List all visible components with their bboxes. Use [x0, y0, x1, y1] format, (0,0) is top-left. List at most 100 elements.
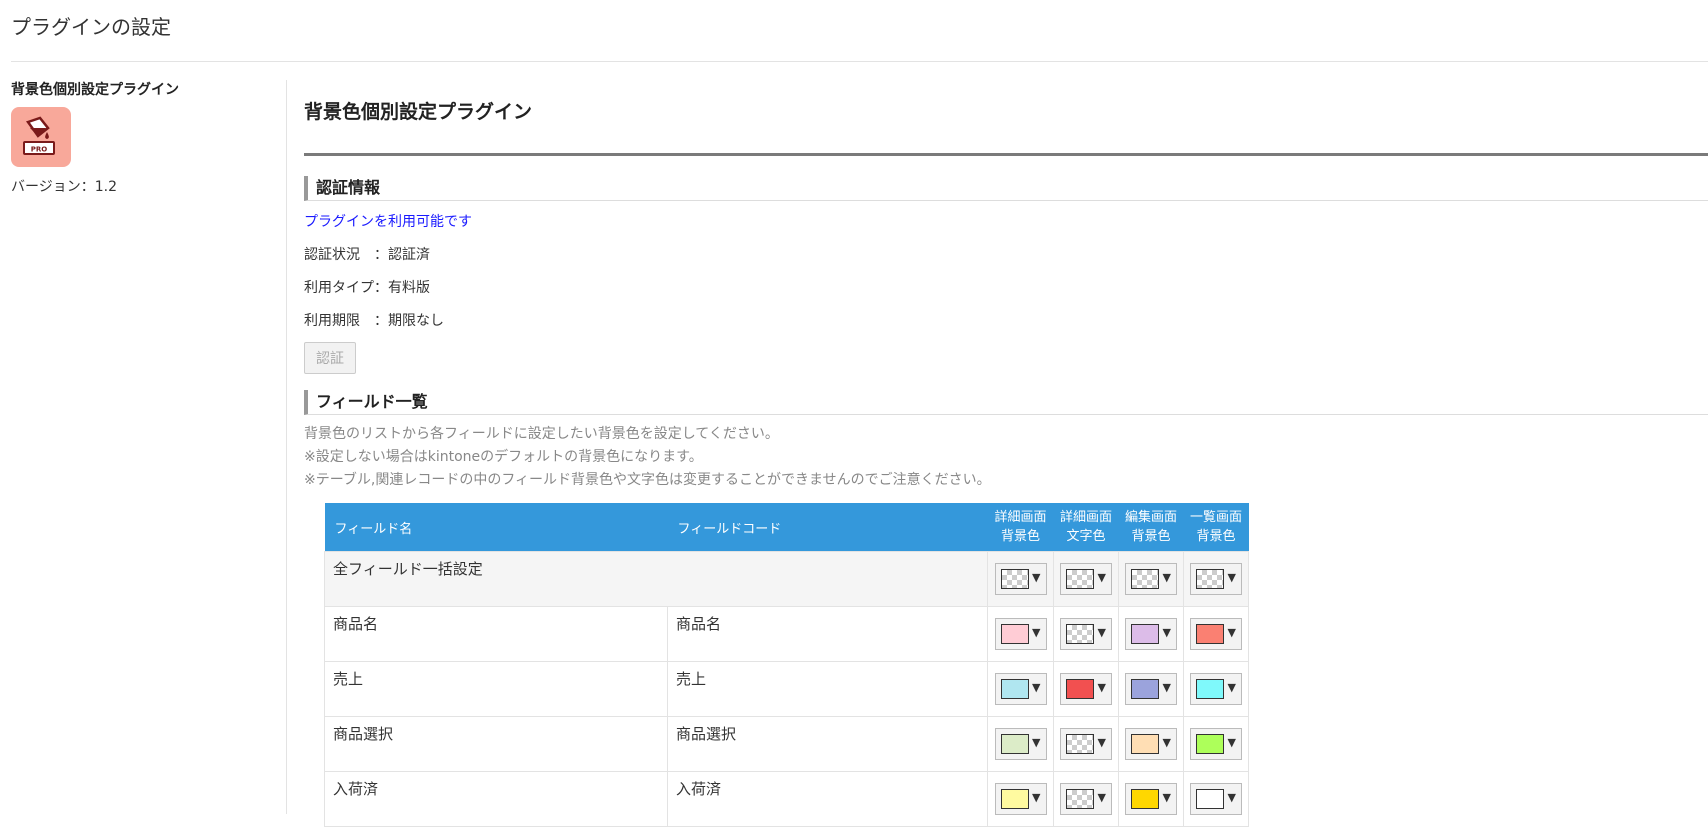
- table-body: 全フィールド一括設定 ▼ ▼ ▼ ▼ 商品名 商品名 ▼ ▼ ▼ ▼ 売上 売上 ▼ ▼ ▼ ▼ 商品選択 商品選択…: [324, 551, 1249, 827]
- field-name-cell: 売上: [324, 661, 668, 717]
- color-swatch: [1000, 569, 1029, 589]
- col-list-bg: 一覧画面 背景色: [1183, 503, 1249, 552]
- color-swatch: [1066, 734, 1094, 754]
- main-content: 背景色個別設定プラグイン 認証情報 プラグインを利用可能です 認証状況 ：認証済…: [304, 62, 1708, 827]
- detail-text-picker[interactable]: ▼: [1060, 673, 1112, 705]
- field-code-cell: 売上: [667, 661, 988, 717]
- color-swatch: [1196, 679, 1224, 699]
- sidebar-divider: [286, 80, 287, 814]
- content-layout: 背景色個別設定プラグイン PRO バージョン：1.2 背景色個別設定プラグイン …: [0, 62, 1708, 827]
- color-picker-cell: ▼: [1053, 771, 1119, 827]
- col-list-bg-line1: 一覧画面: [1189, 510, 1242, 525]
- color-picker-cell: ▼: [1118, 606, 1184, 662]
- color-swatch: [1000, 624, 1029, 644]
- color-picker-cell: ▼: [1118, 771, 1184, 827]
- edit-bg-picker[interactable]: ▼: [1125, 783, 1177, 815]
- edit-bg-picker[interactable]: ▼: [1125, 728, 1177, 760]
- color-picker-cell: ▼: [1183, 716, 1249, 772]
- color-swatch: [1131, 624, 1159, 644]
- plugin-available-text: プラグインを利用可能です: [304, 214, 472, 230]
- field-list-heading: フィールド一覧: [304, 390, 1708, 415]
- detail-bg-picker[interactable]: ▼: [994, 728, 1047, 760]
- detail-text-picker[interactable]: ▼: [1060, 783, 1112, 815]
- auth-section-heading: 認証情報: [304, 176, 1708, 201]
- table-row: 売上 売上 ▼ ▼ ▼ ▼: [324, 661, 1249, 717]
- field-name-cell: 入荷済: [324, 771, 668, 827]
- field-code-cell: 商品名: [667, 606, 988, 662]
- dropdown-arrow-icon: ▼: [1097, 791, 1106, 804]
- color-picker-cell: ▼: [1118, 661, 1184, 717]
- col-edit-bg-line2: 背景色: [1131, 529, 1171, 544]
- col-detail-bg-line2: 背景色: [1000, 529, 1040, 544]
- field-code-cell: 入荷済: [667, 771, 988, 827]
- note-line: ※設定しない場合はkintoneのデフォルトの背景色になります。: [304, 449, 703, 465]
- color-swatch: [1066, 624, 1094, 644]
- dropdown-arrow-icon: ▼: [1162, 681, 1171, 694]
- dropdown-arrow-icon: ▼: [1097, 626, 1106, 639]
- usage-period: 利用期限 ：期限なし: [304, 313, 444, 329]
- auth-button[interactable]: 認証: [304, 342, 356, 374]
- color-swatch: [1131, 789, 1159, 809]
- color-swatch: [1131, 734, 1159, 754]
- dropdown-arrow-icon: ▼: [1227, 791, 1236, 804]
- color-swatch: [1131, 569, 1159, 589]
- list-bg-picker[interactable]: ▼: [1190, 618, 1242, 650]
- detail-bg-picker[interactable]: ▼: [994, 618, 1047, 650]
- color-swatch: [1196, 734, 1224, 754]
- color-swatch: [1000, 789, 1029, 809]
- field-code-cell: 商品選択: [667, 716, 988, 772]
- color-picker-cell: ▼: [987, 716, 1054, 772]
- color-swatch: [1000, 734, 1029, 754]
- color-swatch: [1196, 569, 1224, 589]
- color-swatch: [1000, 679, 1029, 699]
- field-color-table: フィールド名 フィールドコード 詳細画面 背景色 詳細画面 文字色 編集画面 背景色 …: [324, 503, 1249, 827]
- detail-bg-picker[interactable]: ▼: [994, 783, 1047, 815]
- list-bg-picker[interactable]: ▼: [1190, 673, 1242, 705]
- table-row: 入荷済 入荷済 ▼ ▼ ▼ ▼: [324, 771, 1249, 827]
- dropdown-arrow-icon: ▼: [1227, 571, 1236, 584]
- dropdown-arrow-icon: ▼: [1227, 626, 1236, 639]
- dropdown-arrow-icon: ▼: [1097, 736, 1106, 749]
- dropdown-arrow-icon: ▼: [1162, 791, 1171, 804]
- dropdown-arrow-icon: ▼: [1097, 681, 1106, 694]
- edit-bg-picker[interactable]: ▼: [1125, 673, 1177, 705]
- col-detail-text: 詳細画面 文字色: [1053, 503, 1119, 552]
- edit-bg-picker[interactable]: ▼: [1125, 618, 1177, 650]
- dropdown-arrow-icon: ▼: [1227, 681, 1236, 694]
- dropdown-arrow-icon: ▼: [1162, 571, 1171, 584]
- color-picker-cell: ▼: [1053, 606, 1119, 662]
- field-name-cell: 商品名: [324, 606, 668, 662]
- bulk-setting-label: 全フィールド一括設定: [324, 551, 988, 607]
- dropdown-arrow-icon: ▼: [1162, 626, 1171, 639]
- color-swatch: [1066, 679, 1094, 699]
- color-swatch: [1131, 679, 1159, 699]
- detail-text-picker[interactable]: ▼: [1060, 563, 1112, 595]
- dropdown-arrow-icon: ▼: [1032, 626, 1041, 639]
- detail-bg-picker[interactable]: ▼: [994, 563, 1047, 595]
- col-edit-bg-line1: 編集画面: [1124, 510, 1177, 525]
- field-name-cell: 商品選択: [324, 716, 668, 772]
- auth-status: 認証状況 ：認証済: [304, 247, 430, 263]
- detail-text-picker[interactable]: ▼: [1060, 618, 1112, 650]
- color-picker-cell: ▼: [987, 551, 1054, 607]
- color-picker-cell: ▼: [1183, 661, 1249, 717]
- table-header-row: フィールド名 フィールドコード 詳細画面 背景色 詳細画面 文字色 編集画面 背景色 …: [324, 503, 1249, 552]
- usage-type: 利用タイプ：有料版: [304, 280, 430, 296]
- color-swatch: [1196, 624, 1224, 644]
- note-line: 背景色のリストから各フィールドに設定したい背景色を設定してください。: [304, 426, 779, 442]
- field-list-notes: 背景色のリストから各フィールドに設定したい背景色を設定してください。 ※設定しな…: [304, 423, 1708, 492]
- detail-text-picker[interactable]: ▼: [1060, 728, 1112, 760]
- dropdown-arrow-icon: ▼: [1032, 791, 1041, 804]
- detail-bg-picker[interactable]: ▼: [994, 673, 1047, 705]
- col-detail-text-line2: 文字色: [1066, 529, 1106, 544]
- col-field-name: フィールド名: [324, 503, 668, 552]
- list-bg-picker[interactable]: ▼: [1190, 728, 1242, 760]
- color-picker-cell: ▼: [987, 661, 1054, 717]
- list-bg-picker[interactable]: ▼: [1190, 783, 1242, 815]
- dropdown-arrow-icon: ▼: [1032, 681, 1041, 694]
- dropdown-arrow-icon: ▼: [1032, 736, 1041, 749]
- title-rule: [304, 153, 1708, 156]
- col-field-code: フィールドコード: [667, 503, 988, 552]
- edit-bg-picker[interactable]: ▼: [1125, 563, 1177, 595]
- list-bg-picker[interactable]: ▼: [1190, 563, 1242, 595]
